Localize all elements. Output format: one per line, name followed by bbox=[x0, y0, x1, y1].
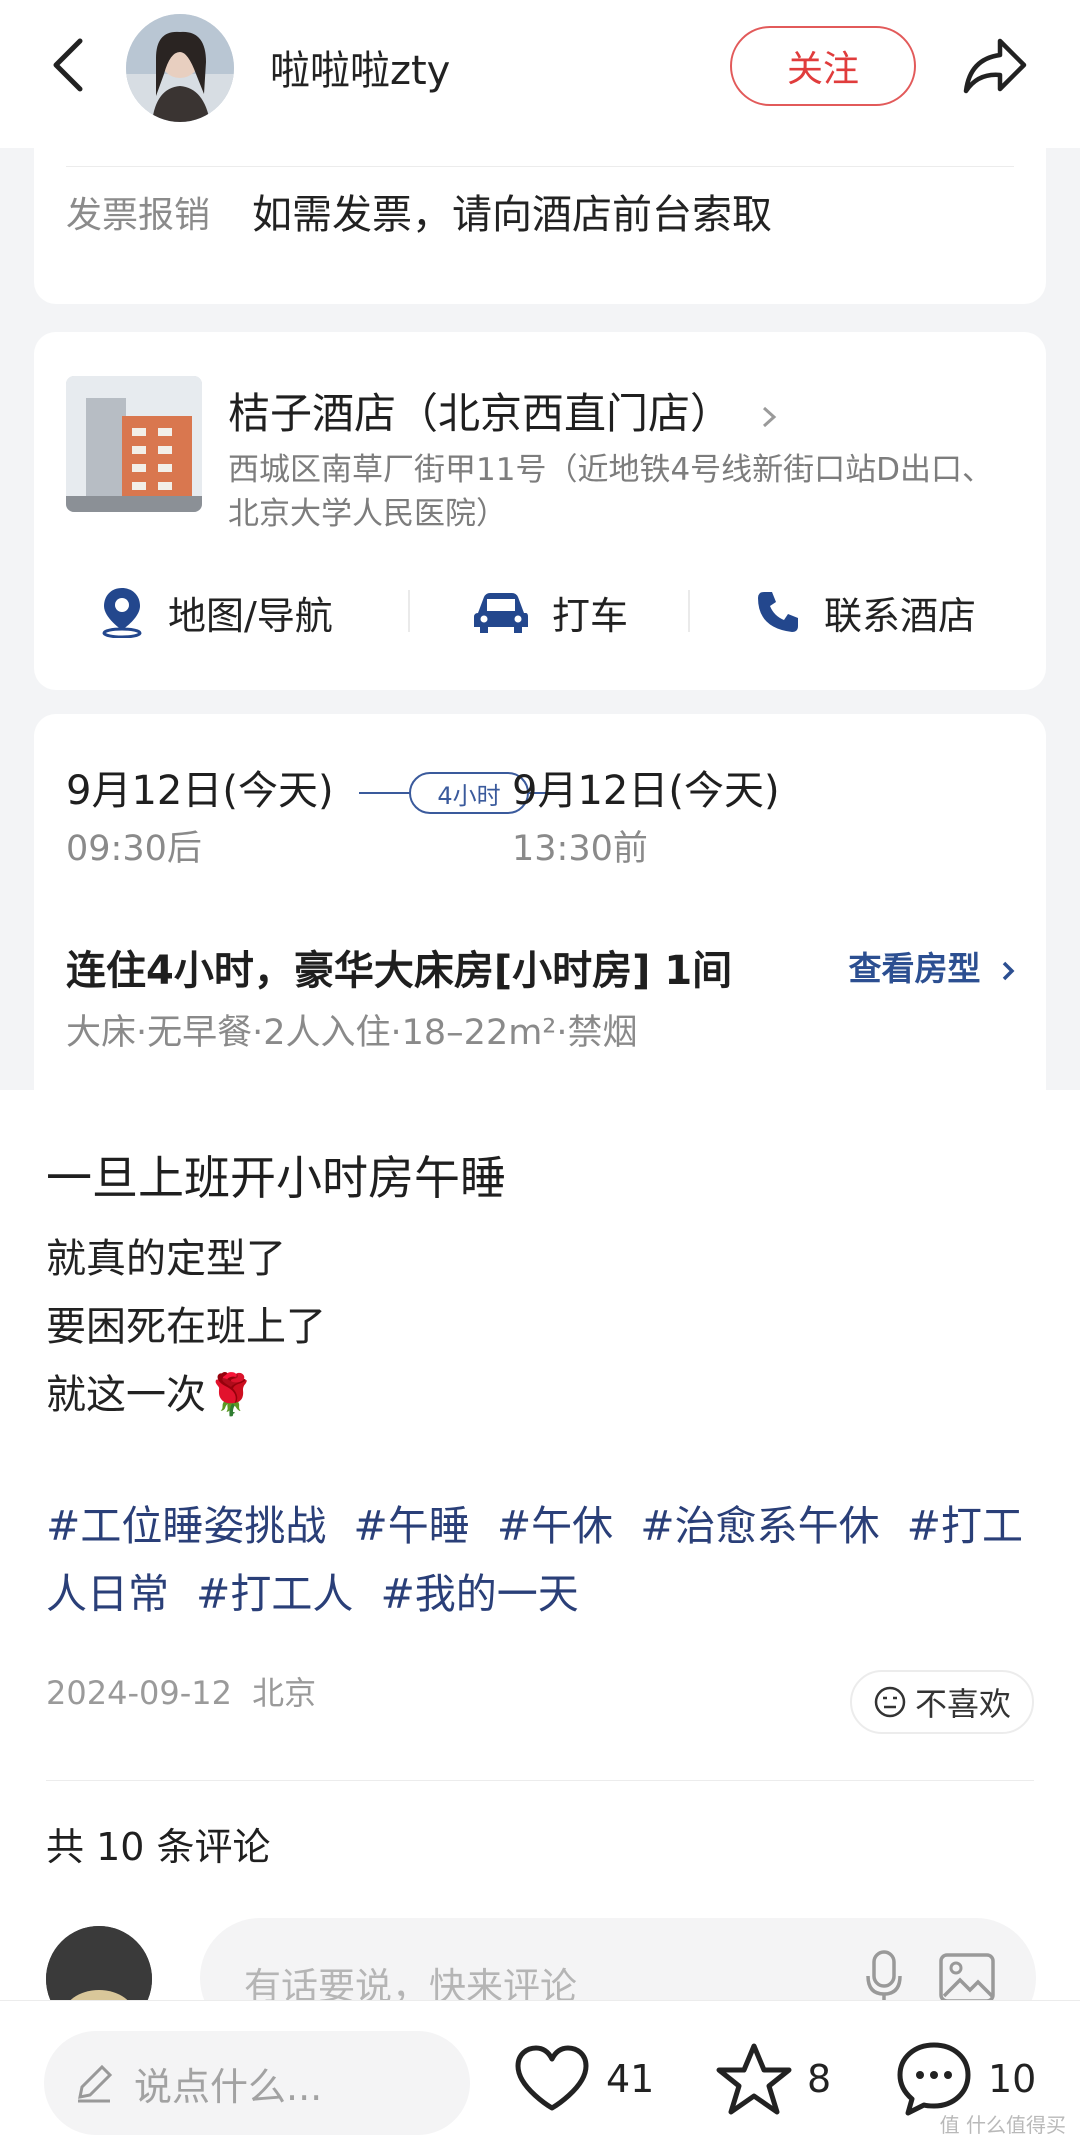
room-title: 连住4小时，豪华大床房[小时房] 1间 bbox=[66, 948, 733, 994]
share-button[interactable] bbox=[955, 26, 1035, 106]
room-features: 大床·无早餐·2人入住·18–22m²·禁烟 bbox=[66, 1013, 638, 1053]
say-something-input[interactable]: 说点什么... bbox=[44, 2031, 470, 2135]
view-room-type-link[interactable]: 查看房型 bbox=[849, 942, 1017, 990]
back-button[interactable] bbox=[36, 30, 100, 100]
comment-count: 共 10 条评论 bbox=[46, 1825, 271, 1869]
hotel-address: 西城区南草厂街甲11号（近地铁4号线新街口站D出口、北京大学人民医院） bbox=[228, 452, 994, 532]
unhappy-face-icon bbox=[874, 1686, 906, 1718]
post-location: 北京 bbox=[252, 1674, 317, 1712]
divider bbox=[66, 166, 1014, 167]
hotel-card: 桔子酒店（北京西直门店） 西城区南草厂街甲11号（近地铁4号线新街口站D出口、北… bbox=[34, 332, 1046, 690]
back-arrow-icon bbox=[53, 38, 83, 92]
location-pin-icon bbox=[102, 588, 142, 638]
favorite-button[interactable]: 8 bbox=[715, 2039, 831, 2119]
hotel-image bbox=[66, 376, 202, 512]
checkout-date: 9月12日(今天) bbox=[512, 768, 780, 814]
hotel-name[interactable]: 桔子酒店（北京西直门店） bbox=[228, 380, 779, 441]
hashtag[interactable]: #打工人 bbox=[196, 1570, 353, 1618]
divider bbox=[688, 590, 690, 632]
duration-badge: 4小时 bbox=[409, 772, 529, 814]
pencil-icon bbox=[78, 2064, 113, 2103]
post-meta: 2024-09-12 北京 bbox=[46, 1668, 316, 1714]
star-icon bbox=[716, 2043, 792, 2115]
author-name[interactable]: 啦啦啦zty bbox=[270, 38, 450, 96]
microphone-icon[interactable] bbox=[864, 1950, 904, 2006]
post-text-line: 要困死在班上了 bbox=[46, 1304, 326, 1350]
top-bar: 啦啦啦zty 关注 bbox=[0, 0, 1080, 149]
heart-icon bbox=[515, 2045, 589, 2111]
divider bbox=[408, 590, 410, 632]
author-avatar[interactable] bbox=[126, 14, 234, 122]
chevron-right-icon bbox=[1002, 961, 1015, 980]
order-screenshot: 发票报销 如需发票，请向酒店前台索取 桔子酒店（北京西直门店） 西城区南草厂街甲… bbox=[0, 148, 1080, 1090]
hashtag[interactable]: #午休 bbox=[497, 1502, 613, 1550]
like-count: 41 bbox=[606, 2057, 655, 2101]
bottom-action-bar: 说点什么... 41 8 10 值 什么值得买 bbox=[0, 2000, 1080, 2148]
comment-count-number: 10 bbox=[988, 2057, 1037, 2101]
post-date: 2024-09-12 bbox=[46, 1674, 232, 1712]
invoice-label: 发票报销 bbox=[66, 195, 211, 236]
contact-hotel-button[interactable]: 联系酒店 bbox=[754, 582, 976, 642]
chevron-right-icon bbox=[763, 406, 777, 427]
map-navigation-button[interactable]: 地图/导航 bbox=[98, 582, 333, 642]
post-title: 一旦上班开小时房午睡 bbox=[46, 1151, 506, 1205]
hashtag[interactable]: #我的一天 bbox=[380, 1570, 578, 1618]
favorite-count: 8 bbox=[807, 2057, 832, 2101]
invoice-text: 如需发票，请向酒店前台索取 bbox=[252, 192, 772, 238]
follow-button[interactable]: 关注 bbox=[730, 26, 916, 106]
hashtag-list: #工位睡姿挑战 #午睡 #午休 #治愈系午休 #打工人日常 #打工人 #我的一天 bbox=[46, 1492, 1046, 1628]
like-button[interactable]: 41 bbox=[512, 2039, 654, 2119]
comment-bubble-icon bbox=[897, 2042, 971, 2116]
image-icon[interactable] bbox=[938, 1952, 996, 2004]
checkin-time: 09:30后 bbox=[66, 829, 202, 869]
hashtag[interactable]: #午睡 bbox=[353, 1502, 469, 1550]
post-text-line: 就这一次🌹 bbox=[46, 1372, 256, 1418]
booking-card: 9月12日(今天) 09:30后 4小时 9月12日(今天) 13:30前 连住… bbox=[34, 714, 1046, 1090]
hashtag[interactable]: #工位睡姿挑战 bbox=[46, 1502, 326, 1550]
share-icon bbox=[963, 38, 1027, 94]
invoice-card: 发票报销 如需发票，请向酒店前台索取 bbox=[34, 148, 1046, 304]
taxi-button[interactable]: 打车 bbox=[472, 582, 628, 642]
checkin-date: 9月12日(今天) bbox=[66, 768, 334, 814]
watermark: 值 什么值得买 bbox=[939, 2113, 1066, 2137]
post-text-line: 就真的定型了 bbox=[46, 1236, 286, 1282]
comment-button[interactable]: 10 bbox=[894, 2039, 1036, 2119]
hashtag[interactable]: #治愈系午休 bbox=[640, 1502, 879, 1550]
car-icon bbox=[474, 593, 528, 633]
phone-icon bbox=[758, 592, 798, 632]
checkout-time: 13:30前 bbox=[512, 829, 648, 869]
dislike-button[interactable]: 不喜欢 bbox=[850, 1670, 1034, 1734]
divider bbox=[46, 1780, 1034, 1781]
